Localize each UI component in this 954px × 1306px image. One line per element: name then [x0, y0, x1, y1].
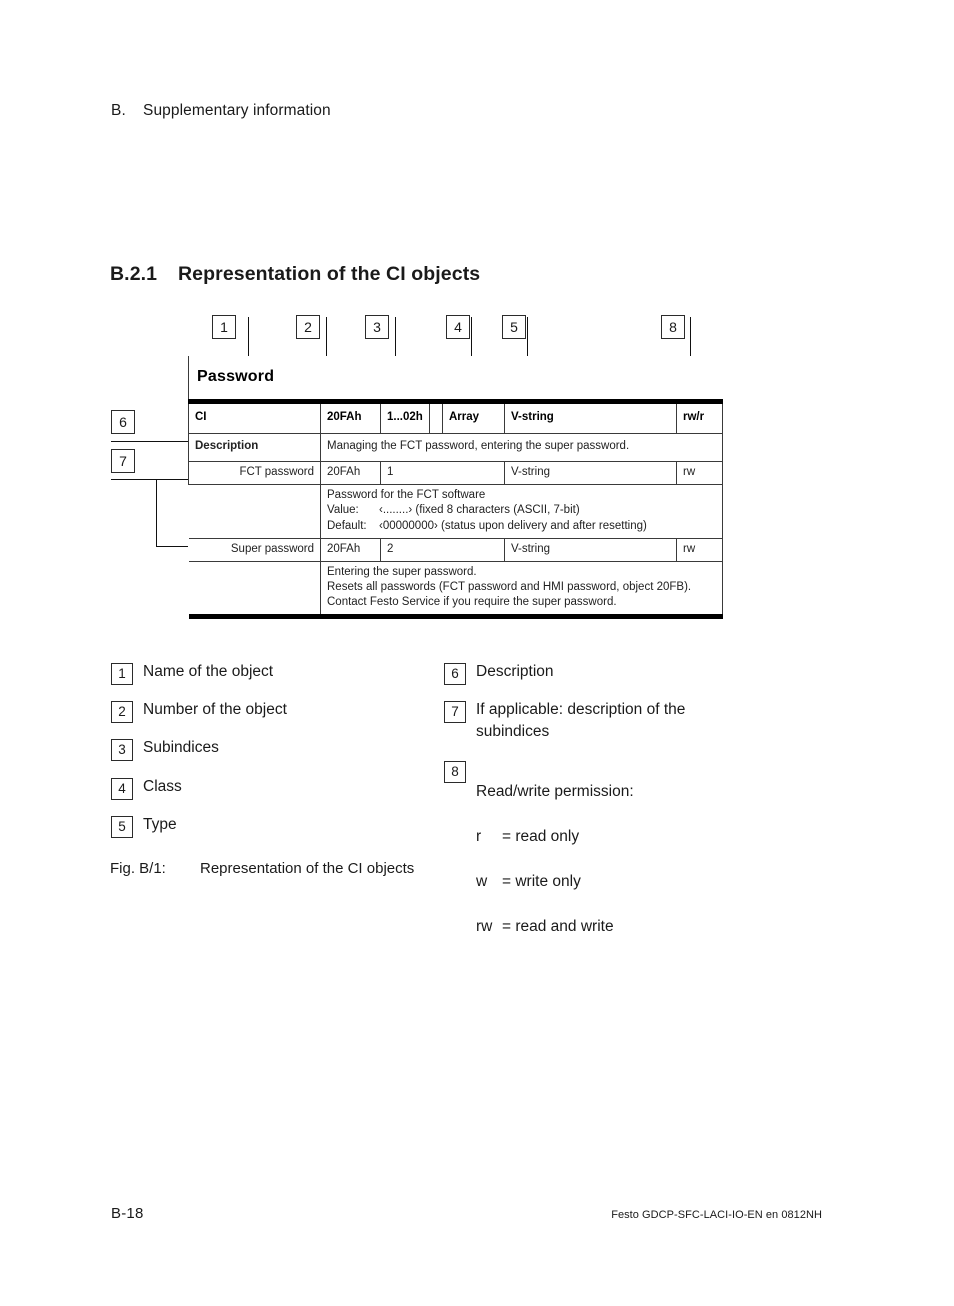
detail-line-value: Value: ‹........› (fixed 8 characters (AS… [327, 503, 716, 518]
legend-box-6: 6 [444, 663, 466, 685]
table-row-subindex-super: Super password 20FAh 2 V-string rw [188, 537, 724, 562]
legend-item-2: 2 Number of the object [111, 699, 287, 723]
header-cell-class: Array [442, 404, 505, 434]
header-cell-number: 20FAh [320, 404, 381, 434]
perm-value-rw: = read and write [502, 918, 614, 936]
subindex-type-super: V-string [504, 537, 677, 562]
ci-object-table: Password CI 20FAh 1...02h Array V-string… [187, 356, 724, 622]
table-thick-rule-bottom [188, 614, 723, 622]
leader-line-7-bottom [156, 546, 189, 547]
legend-box-5: 5 [111, 816, 133, 838]
legend-text-7: If applicable: description of the subind… [476, 701, 686, 741]
callout-6: 6 [111, 410, 135, 434]
legend-item-1: 1 Name of the object [111, 661, 273, 685]
leader-line-6 [111, 441, 189, 442]
subindex-type-fct: V-string [504, 460, 677, 486]
subindex-detail-fct: Password for the FCT software Value: ‹...… [319, 484, 724, 539]
footer-document-reference: Festo GDCP-SFC-LACI-IO-EN en 0812NH [611, 1209, 822, 1221]
detail-default-text: ‹00000000› (status upon delivery and aft… [379, 519, 647, 532]
subindex-label-super: Super password [188, 537, 321, 562]
header-cell-name: CI [188, 404, 321, 434]
subindex-index-super: 2 [380, 537, 505, 562]
object-name: Password [197, 368, 275, 386]
callout-3: 3 [365, 315, 389, 339]
legend-text-5: Type [143, 816, 177, 833]
subindex-detail-super: Entering the super password. Resets all … [319, 560, 724, 618]
legend-text-1: Name of the object [143, 663, 274, 680]
legend-text-6: Description [476, 663, 554, 680]
leader-line-7-top [111, 479, 189, 480]
legend-item-8: 8 Read/write permission: r = read only w =… [444, 759, 634, 939]
subindex-permission-super: rw [675, 537, 724, 562]
table-row-subindex-fct: FCT password 20FAh 1 V-string rw [188, 460, 724, 486]
header-cell-spacer [429, 404, 443, 434]
detail-line-entering: Entering the super password. [327, 565, 477, 578]
legend-text-3: Subindices [143, 739, 219, 756]
legend-box-4: 4 [111, 778, 133, 800]
subindex-number-fct: 20FAh [320, 460, 381, 486]
description-label: Description [188, 433, 321, 462]
header-cell-type: V-string [504, 404, 677, 434]
legend-item-5: 5 Type [111, 814, 177, 838]
detail-spacer-super [189, 561, 321, 617]
table-row-header: CI 20FAh 1...02h Array V-string rw/r [188, 404, 724, 434]
document-page: B. Supplementary information B.2.1 Represe… [0, 0, 954, 1306]
figure-caption: Fig. B/1: Representation of the CI object… [110, 860, 414, 877]
figure-caption-tag: Fig. B/1: [110, 860, 166, 877]
legend-item-3: 3 Subindices [111, 737, 219, 761]
perm-key-w: w [476, 873, 488, 891]
legend-box-1: 1 [111, 663, 133, 685]
detail-line-title: Password for the FCT software [327, 489, 486, 502]
legend-text-4: Class [143, 778, 182, 795]
perm-value-w: = write only [502, 873, 581, 891]
legend-text-8: Read/write permission: r = read only w = w… [476, 759, 634, 939]
table-row-object-name: Password [187, 356, 723, 402]
callout-4: 4 [446, 315, 470, 339]
detail-line-contact: Contact Festo Service if you require the… [327, 596, 617, 609]
legend-text-2: Number of the object [143, 701, 287, 718]
figure-caption-text: Representation of the CI objects [200, 860, 415, 877]
detail-value-text: ‹........› (fixed 8 characters (ASCII, 7… [379, 504, 580, 517]
legend-box-3: 3 [111, 739, 133, 761]
description-text: Managing the FCT password, entering the … [319, 433, 724, 462]
table-row-subindex-super-detail: Entering the super password. Resets all … [189, 560, 724, 618]
footer-page-number: B-18 [111, 1205, 144, 1222]
callout-2: 2 [296, 315, 320, 339]
legend-box-8: 8 [444, 761, 466, 783]
perm-key-rw: rw [476, 918, 493, 936]
header-cell-subindices: 1...02h [380, 404, 430, 434]
legend-text-8-title: Read/write permission: [476, 783, 634, 801]
detail-line-default: Default: ‹00000000› (status upon delivery… [327, 519, 716, 534]
detail-default-key: Default: [327, 519, 367, 532]
table-row-description: Description Managing the FCT password, e… [188, 433, 724, 462]
detail-line-resets: Resets all passwords (FCT password and H… [327, 581, 692, 594]
table-row-subindex-fct-detail: Password for the FCT software Value: ‹...… [189, 484, 724, 539]
legend-item-7: 7 If applicable: description of the subi… [444, 699, 685, 744]
leader-line-7-vertical [156, 479, 157, 547]
legend-item-4: 4 Class [111, 776, 182, 800]
subindex-index-fct: 1 [380, 460, 505, 486]
callout-5: 5 [502, 315, 526, 339]
header-cell-permission: rw/r [675, 404, 724, 434]
perm-key-r: r [476, 828, 482, 846]
legend-box-2: 2 [111, 701, 133, 723]
callout-8: 8 [661, 315, 685, 339]
perm-value-r: = read only [502, 828, 580, 846]
subindex-permission-fct: rw [675, 460, 724, 486]
figure-ci-object-diagram: 1 2 3 4 5 8 6 7 Password CI 20FAh 1...02… [0, 0, 954, 660]
detail-value-key: Value: [327, 504, 359, 517]
legend-box-7: 7 [444, 701, 466, 723]
callout-7: 7 [111, 449, 135, 473]
legend-item-6: 6 Description [444, 661, 554, 685]
subindex-label-fct: FCT password [188, 460, 321, 486]
callout-1: 1 [212, 315, 236, 339]
subindex-number-super: 20FAh [320, 537, 381, 562]
detail-spacer-fct [189, 485, 321, 539]
